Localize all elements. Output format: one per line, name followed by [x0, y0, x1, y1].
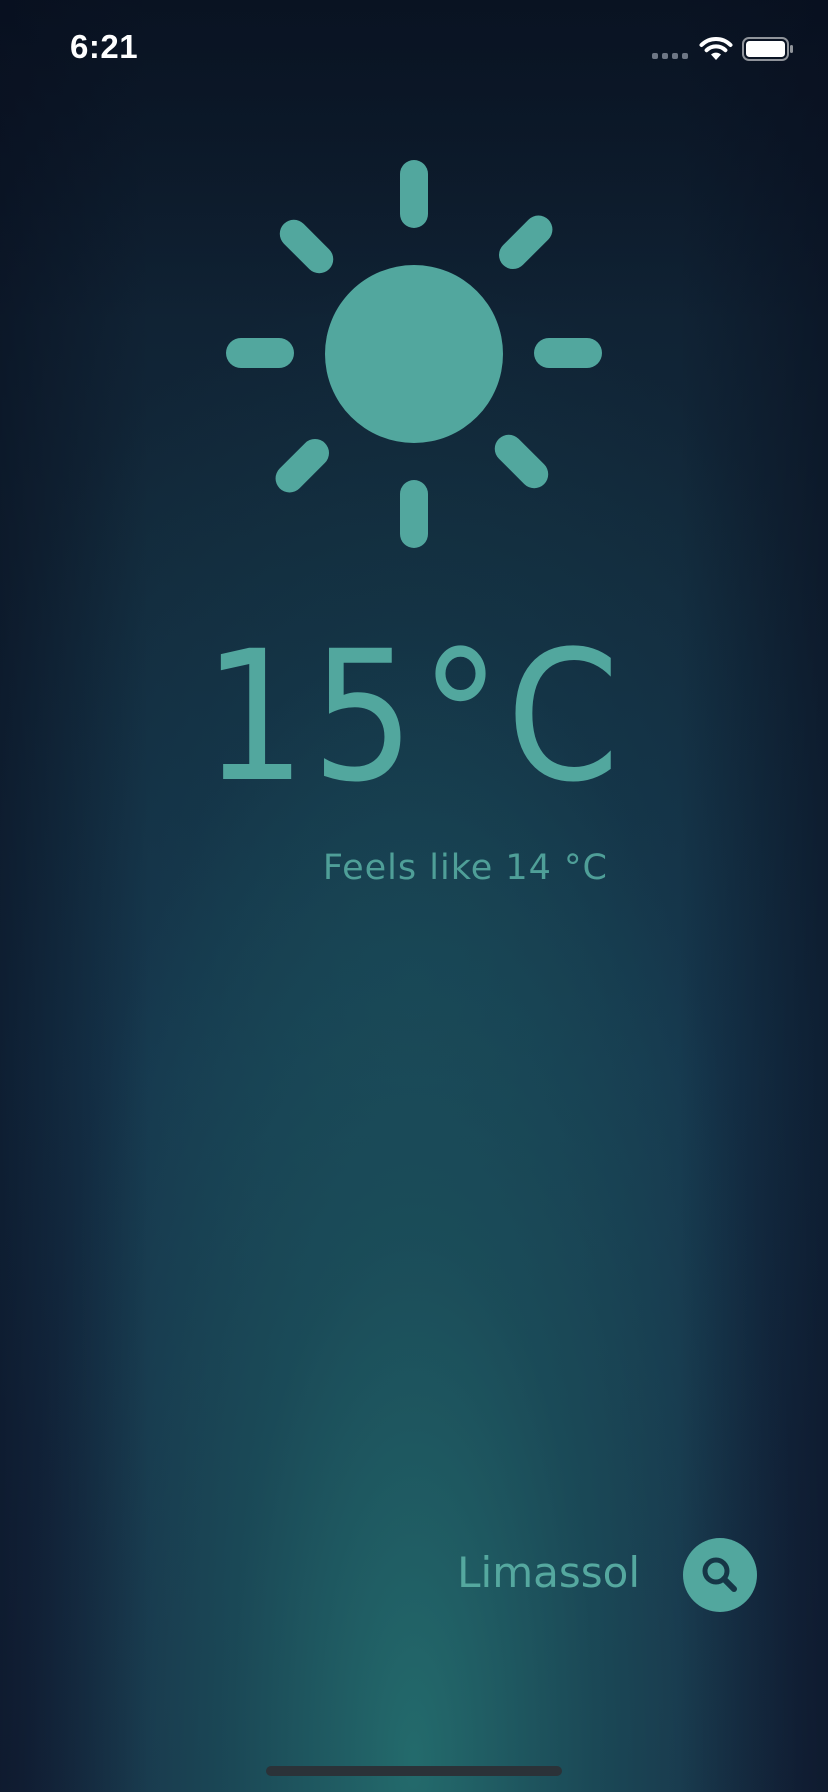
sun-icon	[226, 160, 602, 548]
status-bar: 6:21	[0, 0, 828, 100]
city-name: Limassol	[457, 1548, 640, 1597]
status-time: 6:21	[70, 28, 139, 65]
temperature: 15°C	[203, 613, 625, 822]
feels-like-text: Feels like 14 °C	[322, 848, 608, 888]
wifi-icon	[699, 37, 733, 60]
cellular-signal-icon	[652, 53, 688, 59]
search-button[interactable]	[683, 1538, 757, 1612]
battery-icon	[742, 37, 793, 61]
home-indicator[interactable]	[266, 1766, 562, 1776]
search-icon	[702, 1557, 737, 1592]
